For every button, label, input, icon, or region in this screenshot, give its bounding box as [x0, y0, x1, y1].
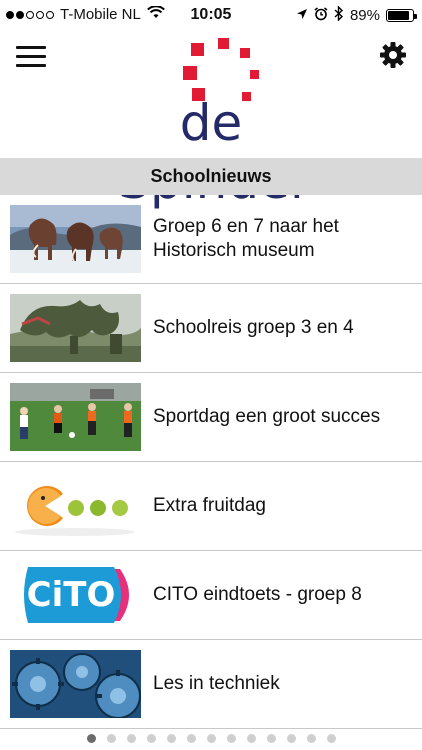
battery-percentage: 89%: [349, 7, 380, 24]
menu-button[interactable]: [14, 42, 48, 70]
page-dot[interactable]: [306, 733, 316, 743]
logo-square: [240, 48, 250, 58]
news-item[interactable]: Groep 6 en 7 naar het Historisch museum: [0, 195, 422, 284]
news-title: CITO eindtoets - groep 8: [153, 584, 362, 605]
news-title: Extra fruitdag: [153, 495, 266, 516]
page-dot[interactable]: [166, 733, 176, 743]
hamburger-menu-icon: [16, 55, 46, 58]
dragon-sculpture-thumbnail: [10, 294, 141, 362]
page-dot[interactable]: [266, 733, 276, 743]
news-item[interactable]: Schoolreis groep 3 en 4: [0, 284, 422, 373]
app-header: de Spindel: [0, 30, 422, 210]
news-title: Groep 6 en 7 naar het Historisch museum: [153, 216, 339, 261]
logo-square: [191, 43, 204, 56]
hamburger-menu-icon: [16, 64, 46, 67]
logo-square: [250, 70, 259, 79]
news-item[interactable]: Les in techniek: [0, 640, 422, 729]
news-title: Sportdag een groot succes: [153, 406, 381, 427]
page-dot[interactable]: [326, 733, 336, 743]
news-item[interactable]: Extra fruitdag: [0, 462, 422, 551]
de-spindel-logo: de Spindel: [108, 38, 314, 210]
location-arrow-icon: [296, 7, 308, 24]
settings-button[interactable]: [378, 40, 408, 70]
cito-logo-thumbnail: CiTO: [10, 561, 141, 629]
gears-thumbnail: [10, 650, 141, 718]
status-right: 89%: [296, 5, 417, 25]
fruit-thumbnail: [10, 472, 141, 540]
football-match-thumbnail: [10, 383, 141, 451]
battery-fill: [388, 11, 410, 20]
news-title: Schoolreis groep 3 en 4: [153, 317, 354, 338]
news-item[interactable]: Sportdag een groot succes: [0, 373, 422, 462]
section-title: Schoolnieuws: [0, 158, 422, 195]
bluetooth-icon: [334, 5, 344, 25]
alarm-clock-icon: [314, 6, 328, 25]
logo-square: [183, 66, 197, 80]
page-dot[interactable]: [226, 733, 236, 743]
news-item[interactable]: CiTO CITO eindtoets - groep 8: [0, 551, 422, 640]
page-dot[interactable]: [186, 733, 196, 743]
battery-icon: [386, 9, 417, 22]
mammoths-thumbnail: [10, 205, 141, 273]
status-bar: T-Mobile NL 10:05 89%: [0, 0, 422, 30]
gear-icon: [380, 42, 406, 68]
page-dot[interactable]: [206, 733, 216, 743]
battery-nub: [414, 14, 417, 19]
cito-logo-text: CiTO: [27, 575, 116, 615]
page-dot[interactable]: [86, 733, 96, 743]
logo-square: [218, 38, 229, 49]
news-title: Les in techniek: [153, 673, 280, 694]
page-dot[interactable]: [286, 733, 296, 743]
page-dot[interactable]: [126, 733, 136, 743]
page-dot[interactable]: [106, 733, 116, 743]
page-dot[interactable]: [146, 733, 156, 743]
hamburger-menu-icon: [16, 46, 46, 49]
page-indicator: [0, 728, 422, 748]
news-list: Groep 6 en 7 naar het Historisch museum …: [0, 195, 422, 729]
page-dot[interactable]: [246, 733, 256, 743]
